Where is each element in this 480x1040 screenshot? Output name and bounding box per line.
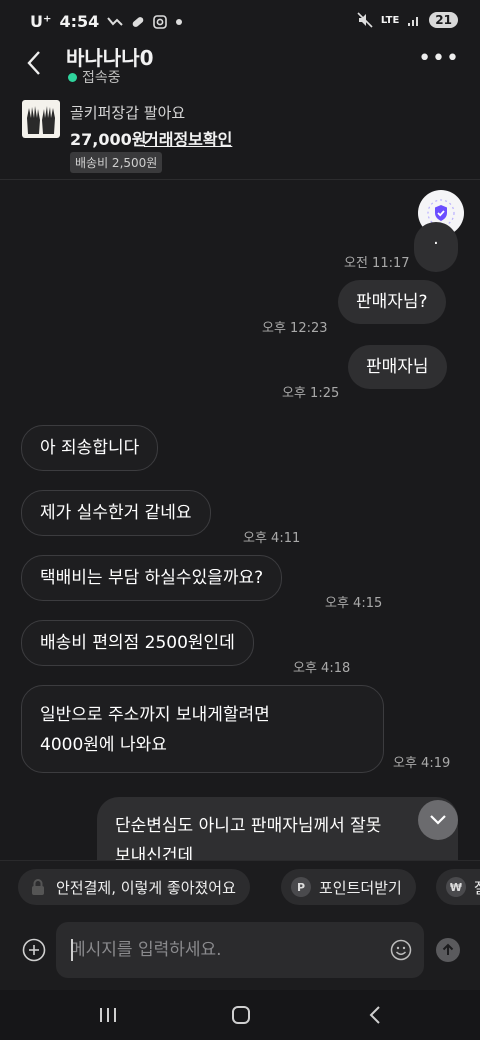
send-button[interactable] (436, 938, 460, 962)
message-text-line: 4000원에 나와요 (40, 735, 167, 755)
gloves-icon (27, 106, 55, 134)
scroll-to-bottom-button[interactable] (418, 800, 458, 840)
message-bubble[interactable]: 택배비는 부담 하실수있을까요? (21, 555, 283, 601)
lock-icon (28, 877, 48, 897)
message-bubble[interactable]: 배송비 편의점 2500원인데 (21, 620, 254, 666)
battery-level: 21 (429, 12, 458, 28)
chevron-down-icon (430, 815, 446, 825)
arrow-up-icon (442, 943, 454, 955)
message-text: 택배비는 부담 하실수있을까요? (40, 568, 264, 588)
plus-icon[interactable] (22, 938, 46, 962)
trade-info-link[interactable]: 거래정보확인 (144, 126, 232, 150)
message-input-container (56, 922, 424, 978)
quick-action-bar: 안전결제, 이렇게 좋아졌어요 P 포인트더받기 ₩ 잘 (0, 860, 480, 912)
missed-call-icon (107, 16, 123, 26)
message-time: 오후 4:19 (393, 756, 451, 771)
recent-apps-icon[interactable] (94, 1002, 122, 1028)
message-time: 오후 12:23 (262, 321, 328, 336)
chip-more[interactable]: ₩ 잘 (436, 869, 480, 905)
pill-icon (132, 16, 144, 27)
message-time: 오후 1:25 (282, 386, 340, 401)
message-input-bar (0, 912, 480, 990)
chip-label: 잘 (474, 877, 480, 898)
message-text: · (433, 234, 439, 254)
online-status-label: 접속중 (82, 70, 121, 86)
chip-points[interactable]: P 포인트더받기 (281, 869, 416, 905)
message-bubble[interactable]: 제가 실수한거 같네요 (21, 490, 211, 536)
message-text-line: 일반으로 주소까지 보내게할려면 (40, 705, 270, 725)
message-text: 판매자님? (356, 292, 428, 312)
message-text: 제가 실수한거 같네요 (40, 503, 192, 523)
message-text: 배송비 편의점 2500원인데 (40, 633, 235, 653)
system-navigation-bar (0, 990, 480, 1040)
product-thumbnail (22, 100, 60, 138)
message-time: 오후 4:15 (325, 596, 383, 611)
status-bar: U⁺ 4:54 LTE 21 (0, 0, 480, 42)
message-text-line: 단순변심도 아니고 판매자님께서 잘못 (115, 816, 382, 836)
points-icon: P (291, 877, 311, 897)
home-icon[interactable] (227, 1002, 255, 1028)
message-text: 판매자님 (366, 357, 429, 377)
won-icon: ₩ (446, 877, 466, 897)
message-bubble[interactable]: 아 죄송합니다 (21, 425, 159, 471)
back-icon[interactable] (362, 1002, 390, 1028)
signal-icon (408, 17, 419, 26)
mute-icon (357, 12, 373, 28)
message-bubble[interactable]: · (414, 222, 458, 272)
chat-header: 바나나나0 접속중 ••• (0, 42, 480, 92)
text-cursor (71, 939, 73, 961)
chip-label: 안전결제, 이렇게 좋아졌어요 (56, 878, 236, 897)
message-text: 아 죄송합니다 (40, 438, 140, 458)
shipping-fee-badge: 배송비 2,500원 (70, 152, 163, 173)
online-status: 접속중 (68, 67, 121, 87)
clock: 4:54 (59, 12, 100, 31)
product-card[interactable]: 골키퍼장갑 팔아요 27,000원 거래정보확인 배송비 2,500원 (0, 92, 480, 180)
message-time: 오후 4:11 (243, 531, 301, 546)
network-label: LTE (380, 14, 400, 26)
online-dot-icon (68, 72, 77, 82)
more-options-icon[interactable]: ••• (418, 46, 460, 71)
message-bubble[interactable]: 판매자님? (338, 280, 446, 324)
carrier-label: U⁺ (30, 12, 52, 31)
message-time: 오후 4:18 (293, 661, 351, 676)
back-arrow-icon[interactable] (22, 48, 48, 78)
chip-label: 포인트더받기 (319, 878, 402, 897)
message-bubble[interactable]: 일반으로 주소까지 보내게할려면 4000원에 나와요 (21, 685, 384, 773)
message-bubble[interactable]: 판매자님 (348, 345, 447, 389)
instagram-icon (153, 14, 168, 29)
product-price: 27,000원 (70, 130, 147, 149)
emoji-icon[interactable] (390, 939, 412, 961)
notification-dot-icon (176, 18, 183, 25)
message-time: 오전 11:17 (344, 256, 410, 271)
product-name: 골키퍼장갑 팔아요 (70, 104, 186, 122)
message-input[interactable] (70, 922, 370, 978)
chip-safe-payment[interactable]: 안전결제, 이렇게 좋아졌어요 (18, 869, 250, 905)
